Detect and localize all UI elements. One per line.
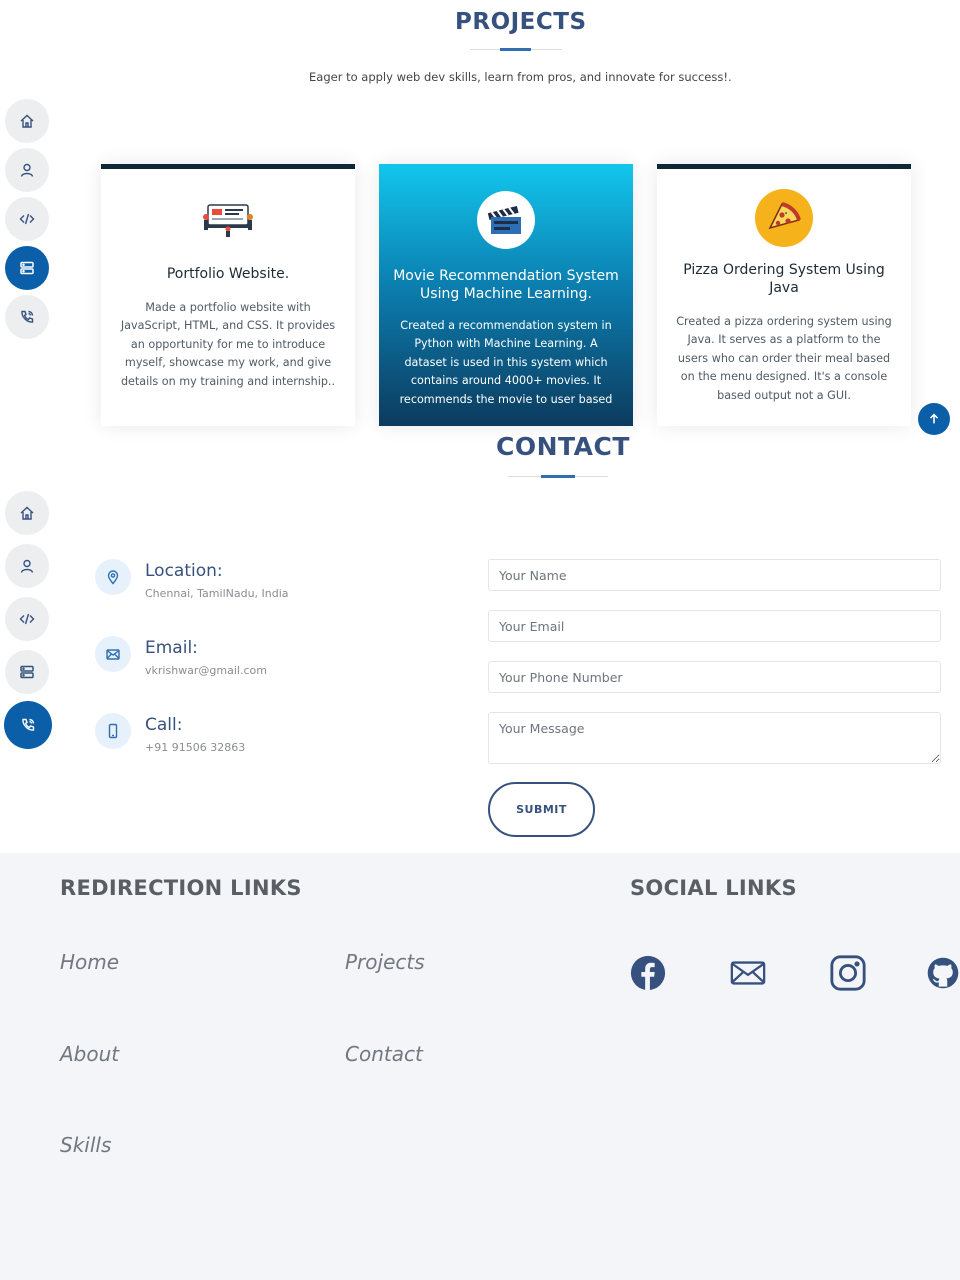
- github-link[interactable]: [926, 953, 960, 993]
- phone-icon: [21, 310, 34, 323]
- mobile-phone-icon: [108, 723, 118, 739]
- project-card-description: Created a pizza ordering system using Ja…: [676, 315, 892, 402]
- footer-link-projects[interactable]: Projects: [345, 950, 425, 974]
- location-pin-icon: [107, 570, 119, 585]
- clapperboard-icon: [477, 191, 535, 249]
- phone-input[interactable]: [488, 661, 941, 693]
- project-card-portfolio[interactable]: Portfolio Website. Made a portfolio webs…: [101, 164, 355, 426]
- contact-title-accent: [541, 475, 575, 478]
- facebook-link[interactable]: [628, 953, 668, 993]
- code-icon: [19, 213, 35, 225]
- project-card-title: Portfolio Website.: [166, 266, 290, 282]
- project-card-description: Created a recommendation system in Pytho…: [399, 319, 613, 406]
- footer: [0, 853, 960, 1280]
- user-icon: [20, 559, 34, 573]
- call-value: +91 91506 32863: [145, 741, 246, 754]
- footer-link-contact[interactable]: Contact: [345, 1042, 423, 1066]
- project-card-pizza-ordering[interactable]: Pizza Ordering System Using Java Created…: [657, 164, 911, 426]
- project-card-title: Movie Recommendation System Using Machin…: [393, 268, 619, 302]
- instagram-link[interactable]: [828, 953, 868, 993]
- redirection-links-title: REDIRECTION LINKS: [60, 876, 302, 900]
- nav-contact-button[interactable]: [4, 701, 52, 749]
- location-info-icon: [95, 559, 131, 595]
- nav-projects-button[interactable]: [5, 650, 49, 694]
- github-icon: [927, 957, 959, 989]
- submit-button[interactable]: SUBMIT: [488, 782, 595, 837]
- location-label: Location:: [145, 561, 223, 581]
- projects-title: PROJECTS: [455, 9, 587, 35]
- pizza-icon: [755, 189, 813, 247]
- nav-about-button[interactable]: [5, 544, 49, 588]
- nav-skills-button[interactable]: [5, 197, 49, 241]
- user-icon: [20, 163, 34, 177]
- footer-link-skills[interactable]: Skills: [60, 1133, 111, 1157]
- project-card-title: Pizza Ordering System Using Java: [683, 262, 885, 296]
- project-card-movie-recommendation[interactable]: Movie Recommendation System Using Machin…: [379, 164, 633, 426]
- footer-link-home[interactable]: Home: [60, 950, 119, 974]
- nav-skills-button[interactable]: [5, 597, 49, 641]
- call-label: Call:: [145, 715, 183, 735]
- project-card-description: Made a portfolio website with JavaScript…: [120, 301, 336, 388]
- message-textarea[interactable]: [488, 712, 941, 764]
- back-to-top-button[interactable]: [918, 403, 950, 435]
- email-value: vkrishwar@gmail.com: [145, 664, 267, 677]
- nav-home-button[interactable]: [5, 491, 49, 535]
- nav-home-button[interactable]: [5, 99, 49, 143]
- projects-subtitle: Eager to apply web dev skills, learn fro…: [309, 70, 732, 84]
- nav-about-button[interactable]: [5, 148, 49, 192]
- nav-contact-button[interactable]: [5, 295, 49, 339]
- email-info-icon: [95, 636, 131, 672]
- phone-icon: [22, 718, 35, 731]
- server-icon: [20, 665, 34, 679]
- portfolio-icon: [200, 201, 256, 237]
- footer-link-about[interactable]: About: [60, 1042, 119, 1066]
- email-label: Email:: [145, 638, 198, 658]
- mail-icon: [730, 961, 766, 985]
- contact-title: CONTACT: [496, 432, 630, 461]
- arrow-up-icon: [929, 413, 939, 424]
- server-icon: [20, 261, 34, 275]
- location-value: Chennai, TamilNadu, India: [145, 587, 289, 600]
- facebook-icon: [630, 955, 666, 991]
- code-icon: [19, 613, 35, 625]
- projects-title-accent: [500, 48, 531, 51]
- call-info-icon: [95, 713, 131, 749]
- name-input[interactable]: [488, 559, 941, 591]
- instagram-icon: [830, 955, 866, 991]
- home-icon: [20, 114, 34, 128]
- nav-projects-button[interactable]: [5, 246, 49, 290]
- email-input[interactable]: [488, 610, 941, 642]
- envelope-icon: [106, 649, 120, 660]
- home-icon: [20, 506, 34, 520]
- social-links-title: SOCIAL LINKS: [630, 876, 797, 900]
- email-link[interactable]: [728, 953, 768, 993]
